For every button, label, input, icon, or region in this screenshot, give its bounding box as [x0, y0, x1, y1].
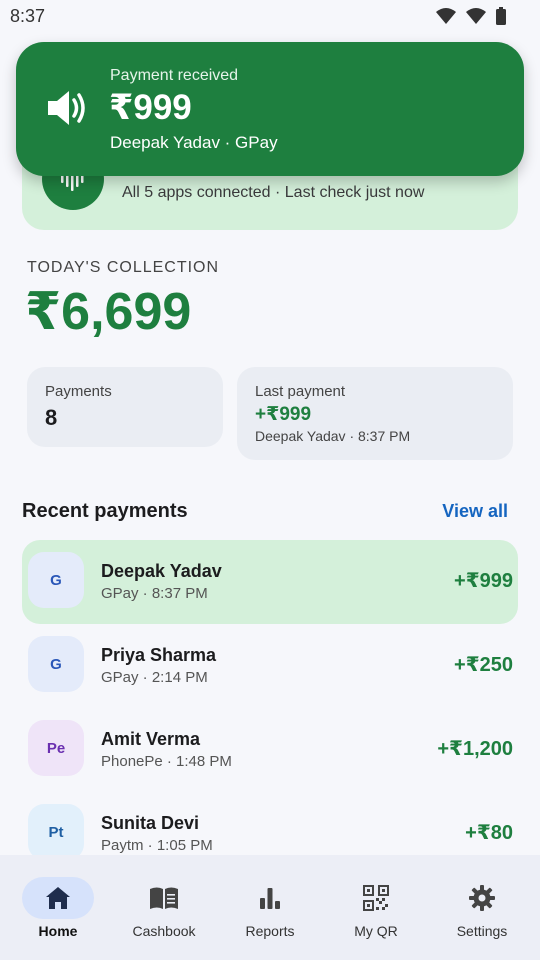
last-payment-label: Last payment [255, 383, 346, 400]
nav-label-home: Home [38, 923, 78, 939]
bottom-navigation: Home Cashbook Reports My QR Settings [0, 855, 540, 960]
gear-icon [469, 885, 495, 911]
todays-collection-amount: ₹6,699 [25, 283, 192, 341]
nav-label-cashbook: Cashbook [132, 923, 196, 939]
battery-icon [496, 7, 506, 25]
nav-item-reports[interactable]: Reports [216, 855, 324, 960]
nav-label-settings: Settings [456, 923, 508, 939]
recent-payments-title: Recent payments [22, 500, 188, 522]
nav-label-reports: Reports [245, 923, 295, 939]
speaker-icon [48, 91, 85, 125]
payment-amount: +₹1,200 [437, 738, 513, 760]
home-icon [46, 887, 70, 909]
status-icons [436, 7, 506, 25]
book-icon [150, 887, 178, 909]
todays-collection-label: TODAY'S COLLECTION [27, 259, 220, 276]
last-payment-amount: +₹999 [255, 404, 312, 425]
nav-item-settings[interactable]: Settings [428, 855, 536, 960]
status-time: 8:37 [10, 6, 46, 26]
bar-chart-icon [260, 888, 280, 909]
payment-amount: +₹80 [465, 822, 513, 844]
payment-notification[interactable]: Payment received ₹999 Deepak Yadav · GPa… [16, 42, 524, 176]
nav-item-home[interactable]: Home [4, 855, 112, 960]
payments-count-card: Payments 8 [27, 367, 223, 447]
avatar: G [28, 552, 84, 608]
payment-meta: GPay · 8:37 PM [101, 585, 208, 602]
payment-amount: +₹250 [454, 654, 513, 676]
nav-item-my-qr[interactable]: My QR [322, 855, 430, 960]
avatar: G [28, 636, 84, 692]
avatar: Pe [28, 720, 84, 776]
notification-subtitle: Deepak Yadav · GPay [110, 133, 278, 152]
avatar: Pt [28, 804, 84, 860]
view-all-link[interactable]: View all [442, 501, 508, 522]
notification-title: Payment received [110, 67, 239, 84]
last-payment-card: Last payment +₹999 Deepak Yadav · 8:37 P… [237, 367, 513, 460]
payment-meta: Paytm · 1:05 PM [101, 837, 213, 854]
payer-name: Priya Sharma [101, 645, 217, 665]
payment-meta: GPay · 2:14 PM [101, 669, 208, 686]
payment-meta: PhonePe · 1:48 PM [101, 753, 232, 770]
nav-item-cashbook[interactable]: Cashbook [110, 855, 218, 960]
payer-name: Amit Verma [101, 729, 201, 749]
nav-active-indicator [22, 877, 94, 919]
payment-amount: +₹999 [454, 570, 513, 592]
payment-row[interactable]: Pe Amit Verma PhonePe · 1:48 PM +₹1,200 [22, 708, 518, 792]
payment-row[interactable]: G Priya Sharma GPay · 2:14 PM +₹250 [22, 624, 518, 708]
status-bar: 8:37 [0, 0, 540, 34]
notification-amount: ₹999 [109, 88, 192, 127]
payment-row[interactable]: G Deepak Yadav GPay · 8:37 PM +₹999 [22, 540, 518, 624]
payments-count-value: 8 [45, 405, 58, 430]
last-payment-details: Deepak Yadav · 8:37 PM [255, 428, 411, 444]
payer-name: Deepak Yadav [101, 561, 222, 581]
nav-label-my-qr: My QR [354, 923, 398, 939]
payer-name: Sunita Devi [101, 813, 200, 833]
payments-count-label: Payments [45, 383, 112, 400]
signal-icon [466, 8, 486, 24]
wifi-icon [436, 8, 456, 24]
listening-subtitle: All 5 apps connected · Last check just n… [122, 184, 425, 201]
qr-code-icon [363, 885, 389, 911]
